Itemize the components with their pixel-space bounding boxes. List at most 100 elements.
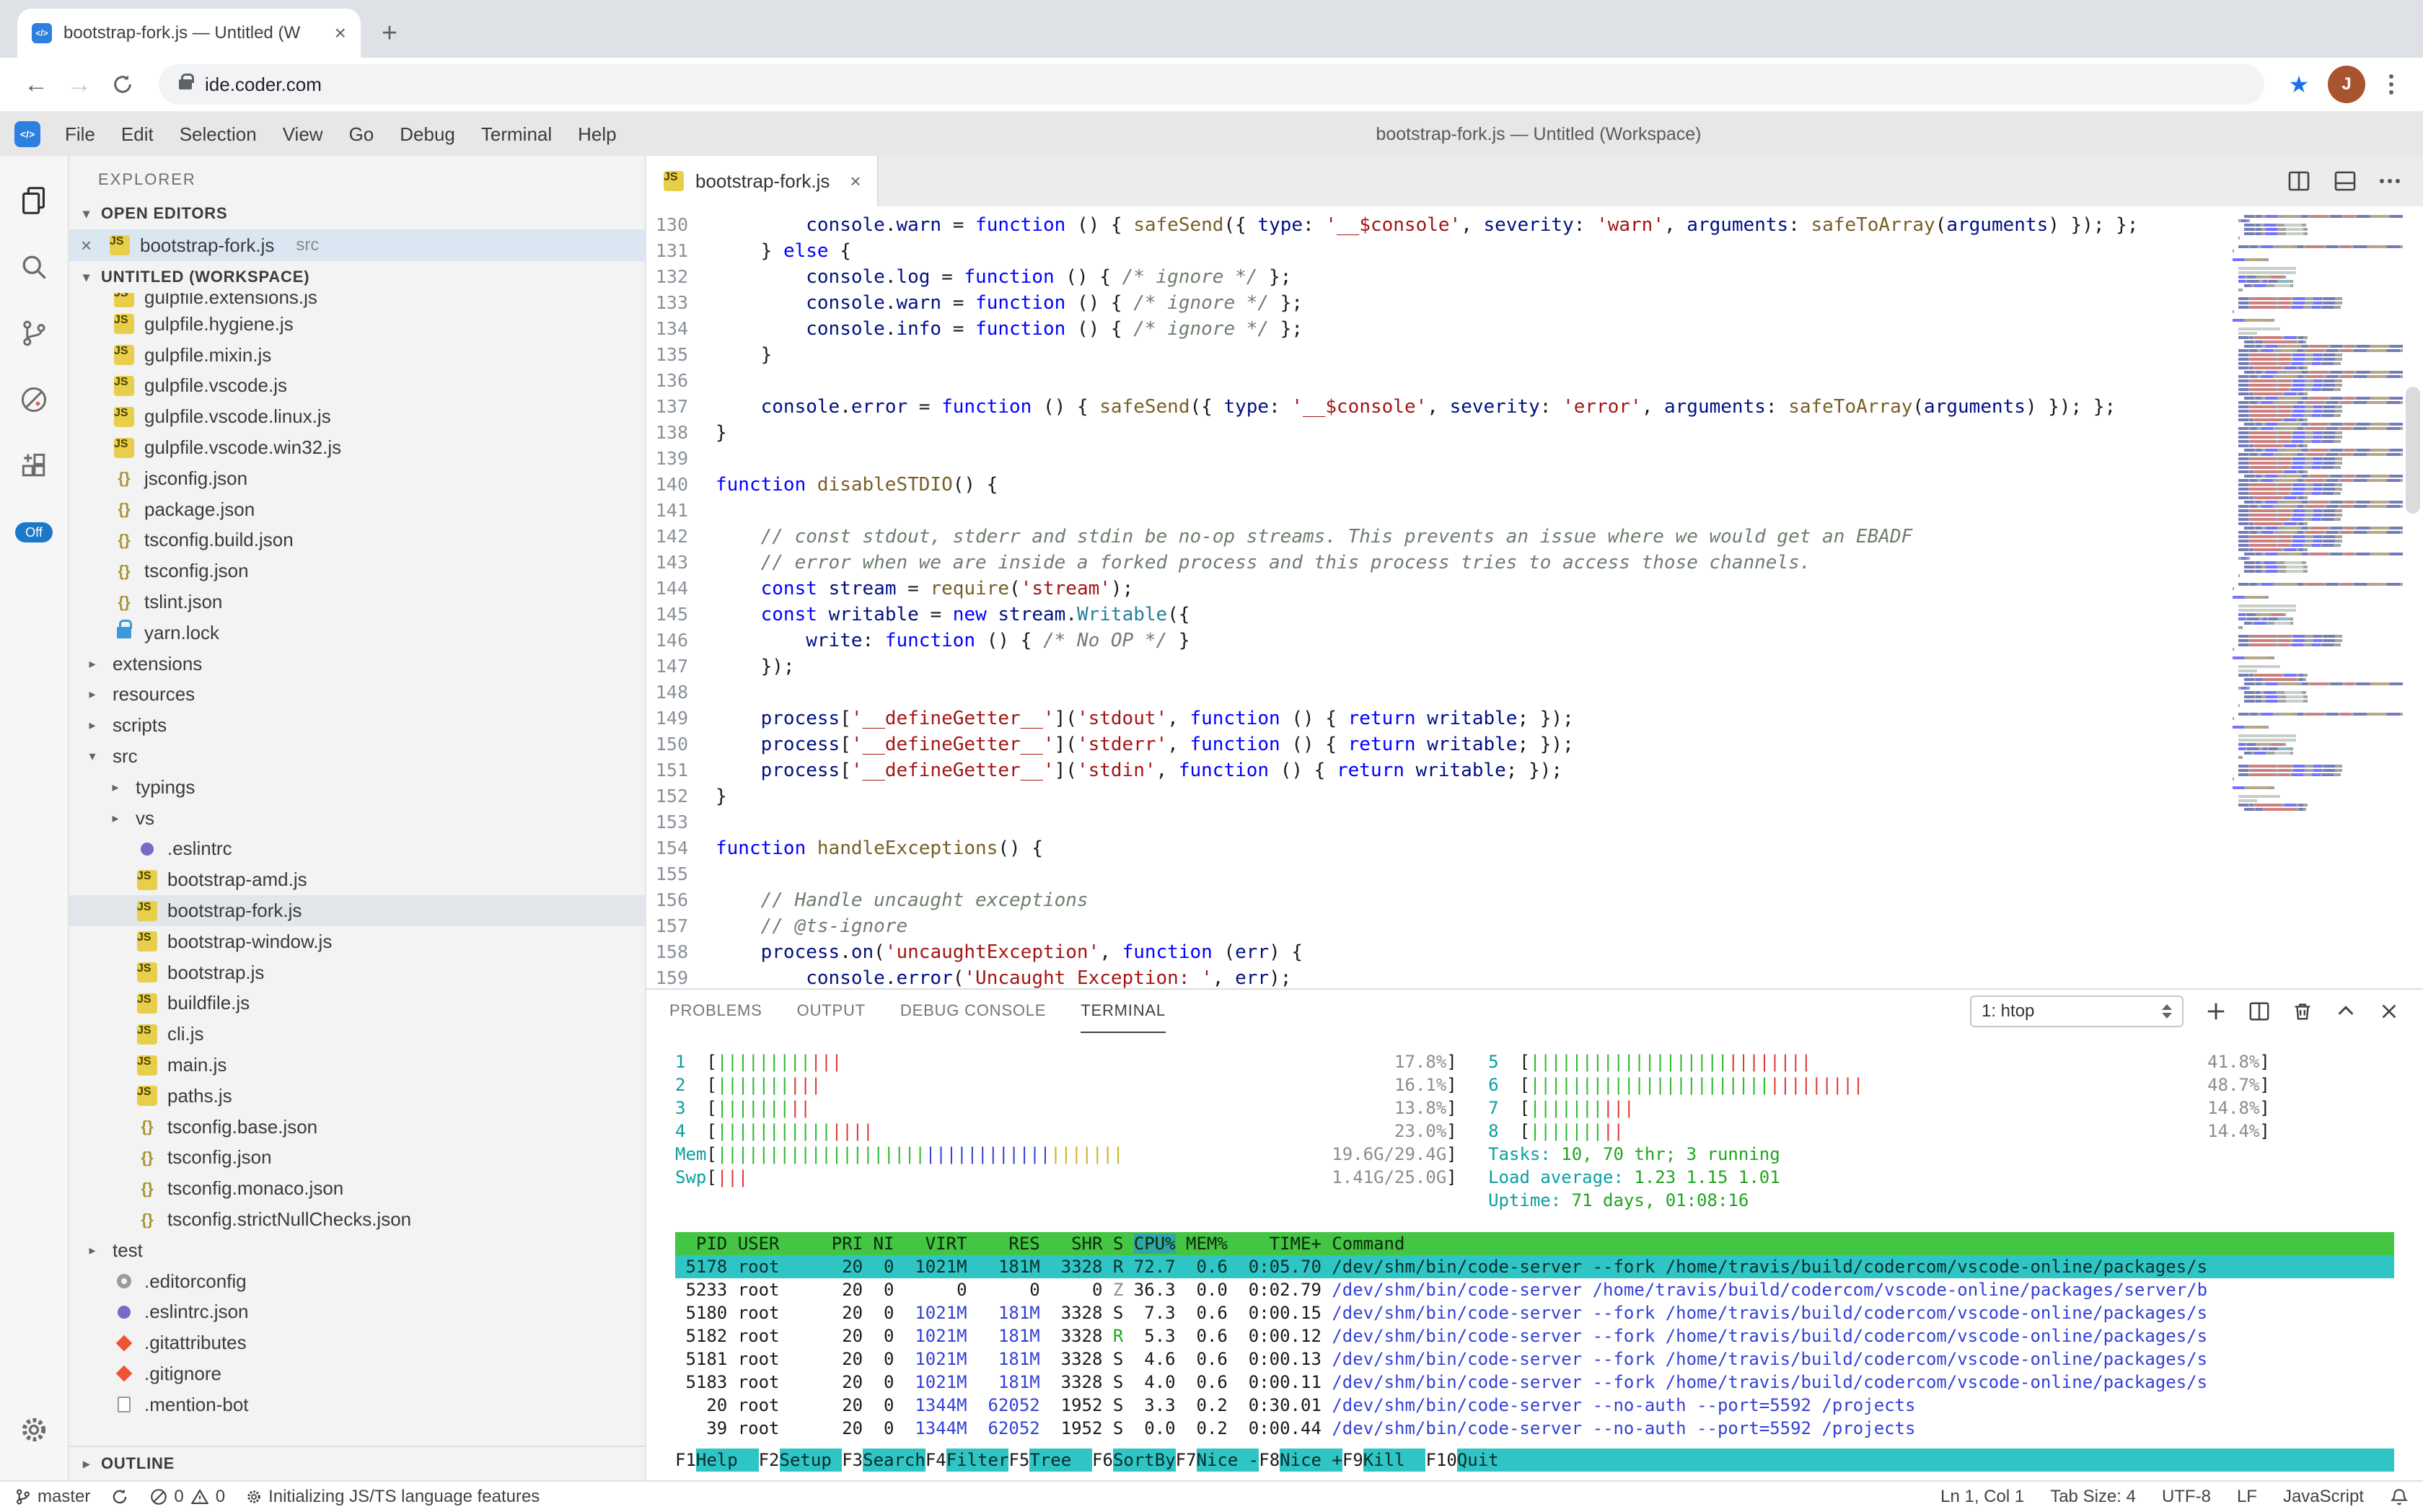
branch-indicator[interactable]: master: [14, 1487, 90, 1507]
tree-item-tsconfig.strictNullChecks.json[interactable]: {}tsconfig.strictNullChecks.json: [69, 1204, 645, 1235]
menu-debug[interactable]: Debug: [387, 113, 468, 156]
menu-view[interactable]: View: [270, 113, 336, 156]
tree-item-yarn.lock[interactable]: yarn.lock: [69, 617, 645, 649]
tree-item-.editorconfig[interactable]: .editorconfig: [69, 1266, 645, 1297]
reload-button[interactable]: [101, 63, 144, 106]
terminal-output[interactable]: 1 [|||||||||||| 17.8%] 5 [||||||||||||||…: [646, 1033, 2423, 1480]
split-editor-icon[interactable]: [2287, 170, 2310, 193]
tree-item-package.json[interactable]: {}package.json: [69, 494, 645, 525]
editor-tab-close-icon[interactable]: ×: [850, 170, 861, 193]
tree-item-bootstrap-amd.js[interactable]: JSbootstrap-amd.js: [69, 864, 645, 895]
tree-item-resources[interactable]: ▸resources: [69, 680, 645, 711]
tree-item-bootstrap-window.js[interactable]: JSbootstrap-window.js: [69, 926, 645, 957]
panel-tab-terminal[interactable]: TERMINAL: [1081, 990, 1166, 1033]
app-logo-icon[interactable]: </>: [14, 121, 40, 147]
panel-tab-output[interactable]: OUTPUT: [797, 990, 866, 1033]
menu-terminal[interactable]: Terminal: [468, 113, 565, 156]
js-file-icon: JS: [114, 407, 134, 427]
tree-item-.gitattributes[interactable]: .gitattributes: [69, 1327, 645, 1358]
code-area[interactable]: 130 console.warn = function () { safeSen…: [646, 206, 2233, 988]
scrollbar-thumb[interactable]: [2406, 387, 2420, 514]
tree-item-tsconfig.base.json[interactable]: {}tsconfig.base.json: [69, 1112, 645, 1143]
browser-menu-icon[interactable]: [2374, 74, 2409, 94]
cursor-position[interactable]: Ln 1, Col 1: [1940, 1487, 2024, 1507]
editor-scrollbar[interactable]: [2403, 206, 2423, 988]
language-mode[interactable]: JavaScript: [2283, 1487, 2364, 1507]
tree-item-typings[interactable]: ▸typings: [69, 772, 645, 803]
tree-item-tsconfig.json[interactable]: {}tsconfig.json: [69, 1143, 645, 1174]
notifications-bell-icon[interactable]: [2390, 1487, 2409, 1506]
tree-item-.gitignore[interactable]: .gitignore: [69, 1358, 645, 1389]
open-editor-item[interactable]: × JS bootstrap-fork.js src: [69, 229, 645, 261]
tree-item-tsconfig.json[interactable]: {}tsconfig.json: [69, 555, 645, 586]
htop-table-header[interactable]: PID USER PRI NI VIRT RES SHR S CPU% MEM%…: [675, 1232, 2394, 1255]
sync-indicator[interactable]: [110, 1487, 129, 1506]
tree-item-tslint.json[interactable]: {}tslint.json: [69, 586, 645, 617]
tree-item-jsconfig.json[interactable]: {}jsconfig.json: [69, 463, 645, 494]
tree-item-vs[interactable]: ▸vs: [69, 803, 645, 834]
open-editors-section[interactable]: ▾ OPEN EDITORS: [69, 198, 645, 229]
tree-item-.eslintrc.json[interactable]: .eslintrc.json: [69, 1297, 645, 1328]
tree-item-bootstrap.js[interactable]: JSbootstrap.js: [69, 957, 645, 988]
tree-item-gulpfile.extensions.js[interactable]: JSgulpfile.extensions.js: [69, 293, 645, 309]
kill-terminal-icon[interactable]: [2292, 1001, 2313, 1022]
close-icon[interactable]: ×: [81, 234, 100, 257]
tree-item-bootstrap-fork.js[interactable]: JSbootstrap-fork.js: [69, 895, 645, 926]
menu-edit[interactable]: Edit: [108, 113, 167, 156]
bookmark-star-icon[interactable]: ★: [2279, 71, 2319, 98]
tree-item-gulpfile.hygiene.js[interactable]: JSgulpfile.hygiene.js: [69, 309, 645, 340]
forward-button[interactable]: →: [58, 63, 101, 106]
editor-tab[interactable]: JS bootstrap-fork.js ×: [646, 156, 879, 206]
tree-item-scripts[interactable]: ▸scripts: [69, 710, 645, 741]
tab-size[interactable]: Tab Size: 4: [2050, 1487, 2136, 1507]
browser-tab[interactable]: </> bootstrap-fork.js — Untitled (W ×: [17, 9, 361, 58]
menu-go[interactable]: Go: [336, 113, 387, 156]
avatar[interactable]: J: [2328, 66, 2365, 103]
eol[interactable]: LF: [2237, 1487, 2257, 1507]
editor[interactable]: 130 console.warn = function () { safeSen…: [646, 206, 2423, 988]
new-terminal-icon[interactable]: [2205, 1001, 2227, 1022]
source-control-icon[interactable]: [0, 300, 69, 366]
extensions-icon[interactable]: [0, 433, 69, 499]
telemetry-off-badge[interactable]: Off: [15, 522, 53, 542]
debug-icon[interactable]: [0, 366, 69, 433]
address-bar[interactable]: ide.coder.com: [159, 64, 2264, 105]
tree-item-gulpfile.mixin.js[interactable]: JSgulpfile.mixin.js: [69, 340, 645, 371]
explorer-icon[interactable]: [0, 167, 69, 234]
back-button[interactable]: ←: [14, 63, 58, 106]
workspace-section[interactable]: ▾ UNTITLED (WORKSPACE): [69, 261, 645, 293]
tree-item-main.js[interactable]: JSmain.js: [69, 1050, 645, 1081]
maximize-panel-icon[interactable]: [2335, 1001, 2357, 1022]
menu-selection[interactable]: Selection: [167, 113, 270, 156]
menu-help[interactable]: Help: [565, 113, 629, 156]
tree-item-src[interactable]: ▾src: [69, 741, 645, 772]
terminal-select[interactable]: 1: htop: [1970, 995, 2184, 1027]
menu-file[interactable]: File: [52, 113, 108, 156]
tree-item-tsconfig.monaco.json[interactable]: {}tsconfig.monaco.json: [69, 1173, 645, 1204]
tree-item-cli.js[interactable]: JScli.js: [69, 1019, 645, 1050]
layout-icon[interactable]: [2334, 170, 2357, 193]
tree-item-paths.js[interactable]: JSpaths.js: [69, 1081, 645, 1112]
tree-item-gulpfile.vscode.win32.js[interactable]: JSgulpfile.vscode.win32.js: [69, 432, 645, 463]
tree-item-buildfile.js[interactable]: JSbuildfile.js: [69, 988, 645, 1019]
browser-tab-close-icon[interactable]: ×: [335, 23, 346, 43]
more-actions-icon[interactable]: [2380, 179, 2400, 183]
minimap[interactable]: [2233, 206, 2403, 988]
tree-item-gulpfile.vscode.linux.js[interactable]: JSgulpfile.vscode.linux.js: [69, 401, 645, 432]
tree-item-tsconfig.build.json[interactable]: {}tsconfig.build.json: [69, 525, 645, 556]
tree-item-test[interactable]: ▸test: [69, 1235, 645, 1266]
encoding[interactable]: UTF-8: [2162, 1487, 2211, 1507]
tree-item-gulpfile.vscode.js[interactable]: JSgulpfile.vscode.js: [69, 371, 645, 402]
tree-item-.mention-bot[interactable]: .mention-bot: [69, 1389, 645, 1420]
panel-tab-problems[interactable]: PROBLEMS: [669, 990, 762, 1033]
tree-item-extensions[interactable]: ▸extensions: [69, 649, 645, 680]
tree-item-.eslintrc[interactable]: .eslintrc: [69, 834, 645, 865]
new-tab-button[interactable]: +: [369, 13, 410, 53]
problems-indicator[interactable]: 0 0: [149, 1487, 225, 1507]
search-icon[interactable]: [0, 234, 69, 300]
panel-tab-debug-console[interactable]: DEBUG CONSOLE: [900, 990, 1046, 1033]
outline-section[interactable]: ▸ OUTLINE: [69, 1446, 645, 1480]
close-panel-icon[interactable]: [2378, 1001, 2400, 1022]
settings-gear-icon[interactable]: [0, 1397, 69, 1463]
split-terminal-icon[interactable]: [2248, 1001, 2270, 1022]
